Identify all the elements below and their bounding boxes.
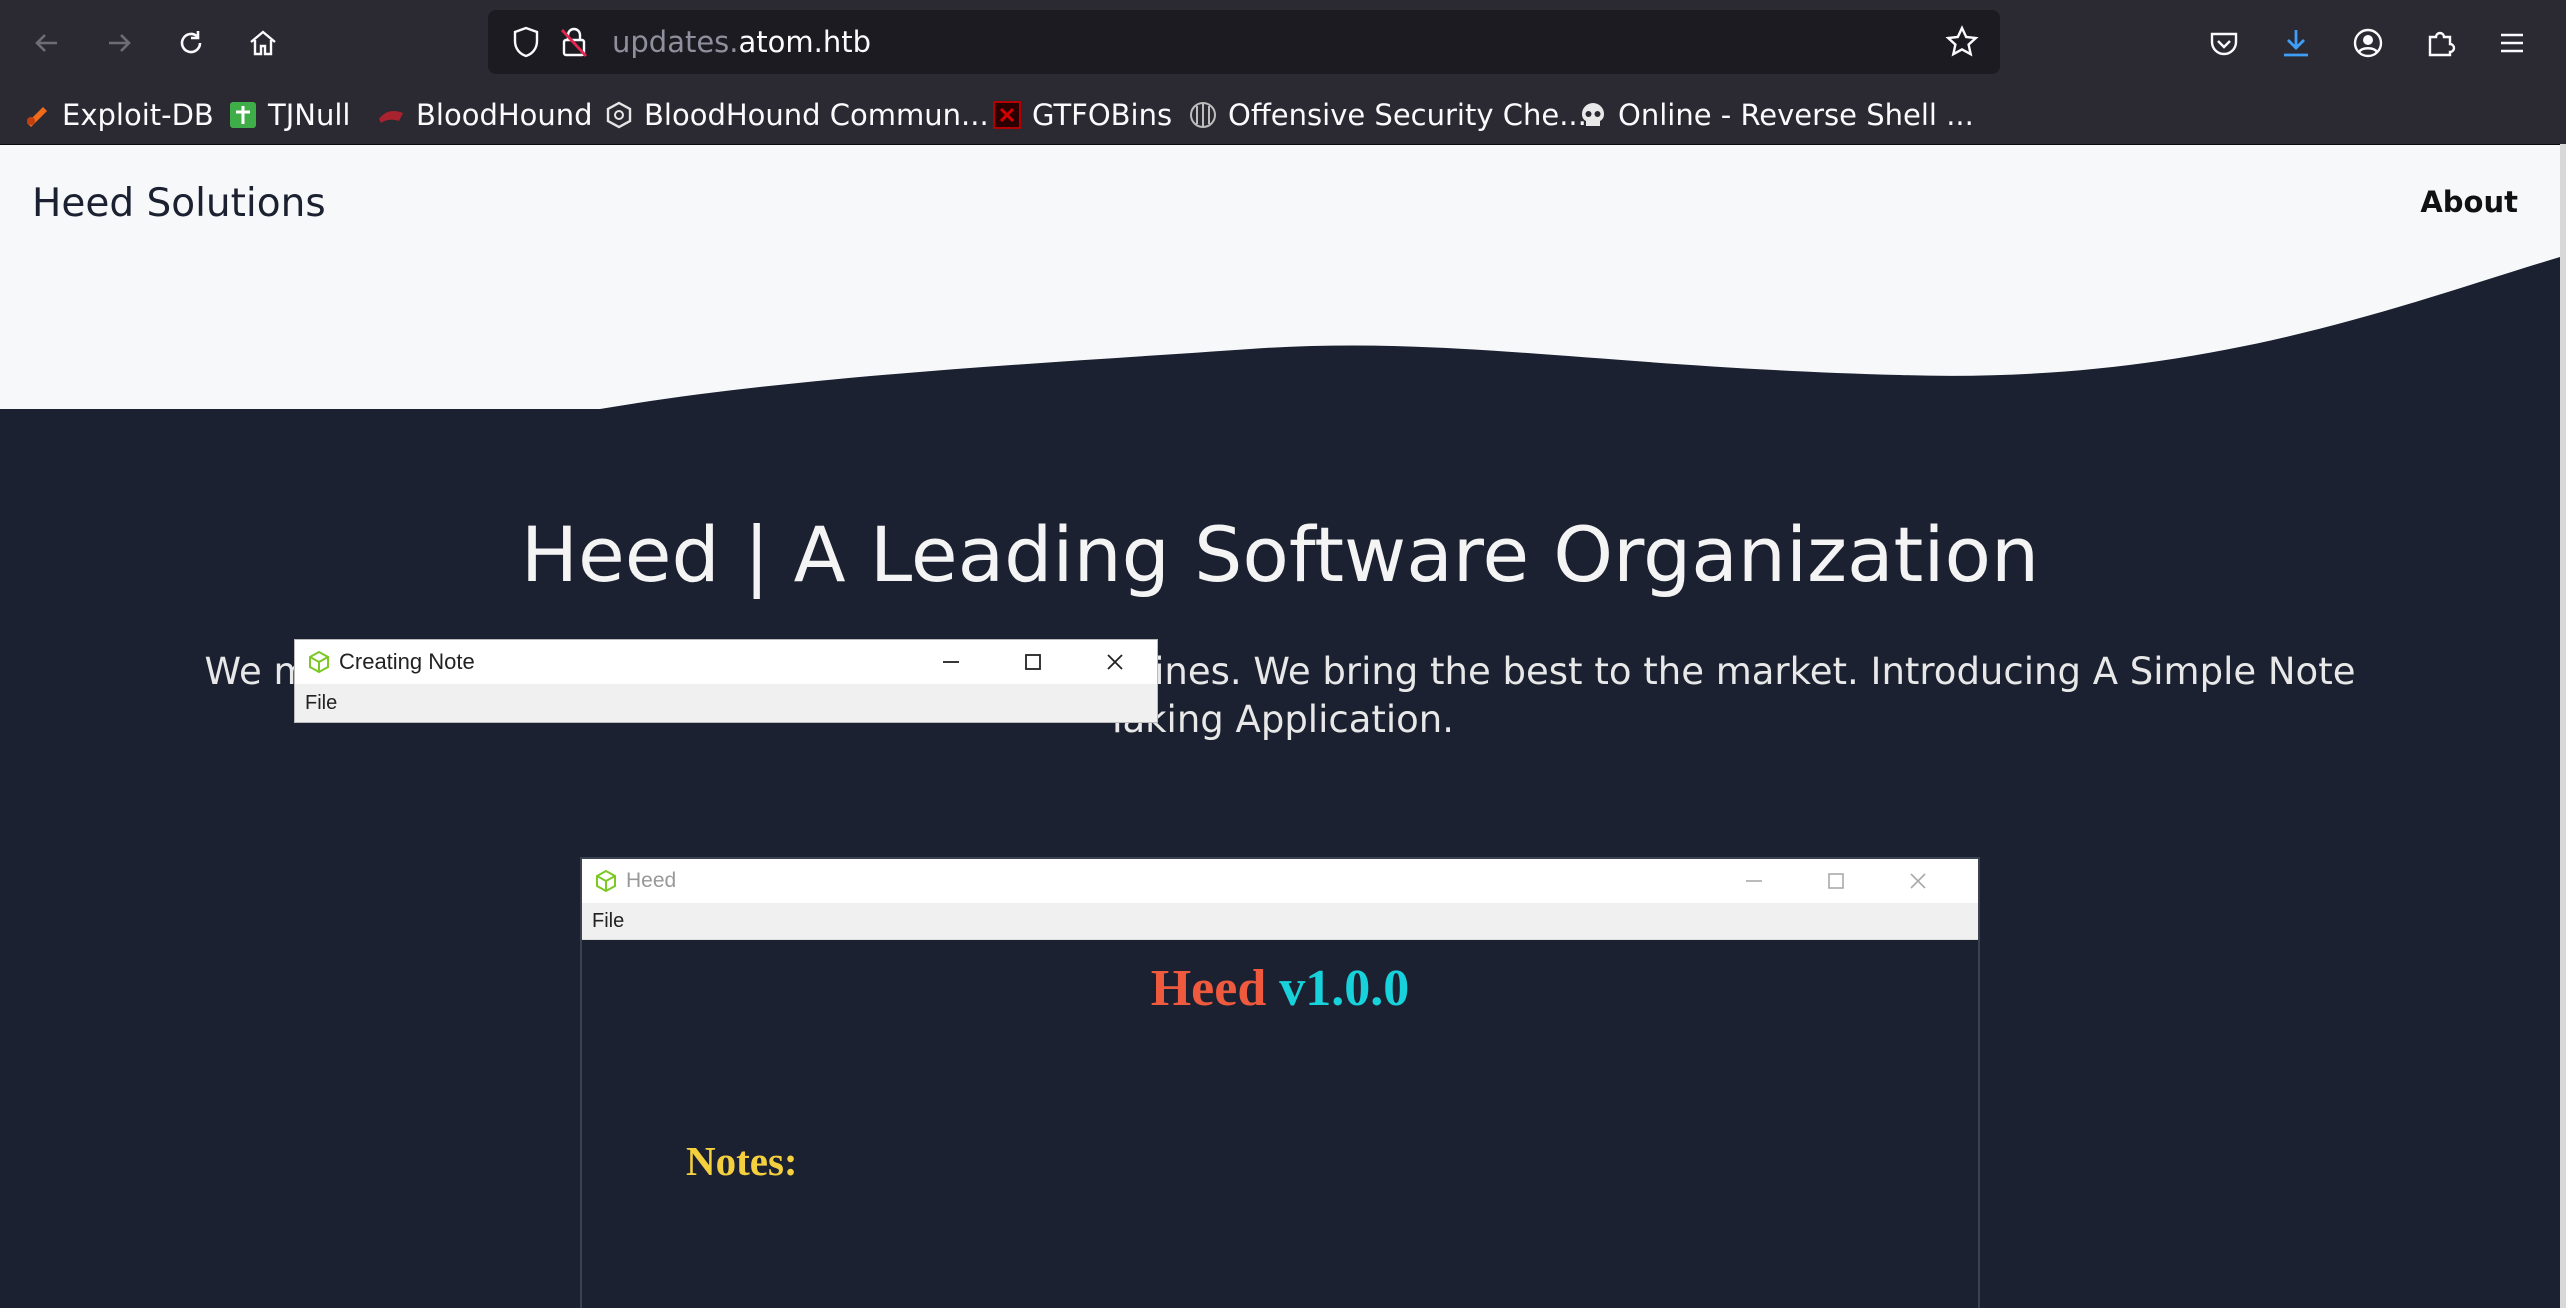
forward-arrow-icon [109,34,131,52]
bloodhound-icon [376,100,406,130]
bookmark-gtfobins[interactable]: GTFOBins [992,86,1172,144]
note-titlebar: Creating Note [295,640,1157,684]
bookmark-label: BloodHound [416,98,593,132]
site-brand[interactable]: Heed Solutions [32,181,326,226]
home-icon [250,30,276,56]
extensions-icon[interactable] [2415,18,2465,68]
back-arrow-icon [35,34,57,52]
cube-logo-icon [596,869,616,893]
notes-label: Notes: [686,1138,798,1184]
app-heading: Heed v1.0.0 [582,959,1978,1018]
page-headline: Heed | A Leading Software Organization [520,510,2040,599]
url-subdomain: updates. [612,25,739,59]
pocket-icon[interactable] [2199,18,2249,68]
app-window-title: Heed [626,869,677,892]
bookmark-label: Offensive Security Che... [1228,98,1587,132]
web-page: Heed Solutions About Heed | A Leading So… [0,145,2560,1308]
bookmarks-toolbar: Exploit-DB TJNull BloodHound BloodHound … [0,86,2566,145]
bookmark-exploit-db[interactable]: Exploit-DB [22,86,214,144]
url-bar[interactable]: updates.atom.htb [488,10,2000,74]
bookmark-bloodhound-community[interactable]: BloodHound Commun... [604,86,989,144]
bookmark-reverse-shell[interactable]: Online - Reverse Shell ... [1578,86,1974,144]
close-icon [1101,648,1129,676]
scrollbar[interactable] [2560,144,2566,1308]
app-menubar: File [582,903,1978,940]
note-window-title: Creating Note [339,649,475,674]
nav-about-link[interactable]: About [2420,185,2518,219]
url-text[interactable]: updates.atom.htb [612,10,871,74]
bookmark-offsec[interactable]: Offensive Security Che... [1188,86,1587,144]
url-domain: atom.htb [738,25,872,59]
close-icon [1904,867,1932,895]
app-preview-window: Heed File Heed v1.0.0 Notes: [580,857,1980,1308]
bookmark-tjnull[interactable]: TJNull [228,86,350,144]
bookmark-label: Online - Reverse Shell ... [1618,98,1974,132]
menu-icon[interactable] [2487,18,2537,68]
app-titlebar: Heed [582,859,1978,903]
cube-logo-icon [309,650,329,674]
offsec-icon [1188,100,1218,130]
bloodhound-community-icon [604,100,634,130]
bookmark-star-icon[interactable] [1944,24,1980,60]
gtfobins-icon [992,100,1022,130]
maximize-icon [1019,648,1047,676]
app-menu-file: File [592,910,625,932]
downloads-icon[interactable] [2271,18,2321,68]
minimize-icon [1740,867,1768,895]
exploit-db-icon [22,100,52,130]
skull-icon [1578,100,1608,130]
home-button[interactable] [238,18,288,68]
tjnull-icon [228,100,258,130]
bookmark-label: BloodHound Commun... [644,98,989,132]
app-heading-name: Heed [1150,960,1267,1017]
reload-icon [180,31,202,54]
note-menubar: File [295,684,1157,722]
creating-note-window: Creating Note File [294,639,1158,723]
bookmark-label: Exploit-DB [62,98,214,132]
minimize-icon [937,648,965,676]
bookmark-bloodhound[interactable]: BloodHound [376,86,593,144]
app-heading-version: v1.0.0 [1279,960,1410,1017]
back-button[interactable] [22,18,72,68]
maximize-icon [1822,867,1850,895]
note-menu-file: File [305,692,338,714]
browser-toolbar: updates.atom.htb [0,0,2566,86]
bookmark-label: GTFOBins [1032,98,1173,132]
reload-button[interactable] [166,18,216,68]
hero-wave [0,145,2560,409]
shield-icon[interactable] [508,24,544,60]
insecure-lock-icon[interactable] [556,24,592,60]
account-icon[interactable] [2343,18,2393,68]
bookmark-label: TJNull [268,98,351,132]
forward-button[interactable] [94,18,144,68]
